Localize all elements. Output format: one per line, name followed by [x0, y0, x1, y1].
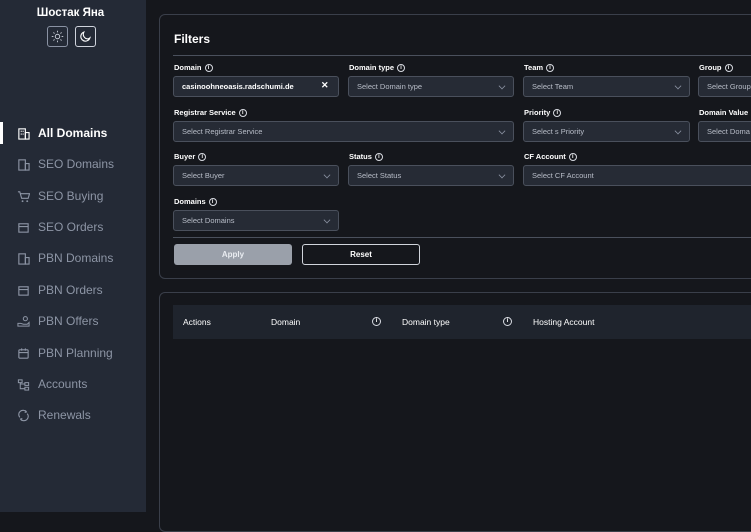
info-icon[interactable]: i: [553, 108, 562, 117]
info-icon[interactable]: i: [204, 63, 213, 72]
nav-label: PBN Orders: [38, 283, 103, 297]
divider: [173, 55, 751, 56]
results-panel: Actions Domain i Domain type i Hosting A…: [159, 292, 751, 532]
info-icon[interactable]: i: [724, 63, 733, 72]
nav-label: SEO Orders: [38, 220, 104, 234]
nav-item-renewals[interactable]: Renewals: [0, 404, 146, 426]
info-icon[interactable]: i: [198, 152, 207, 161]
user-name: Шостак Яна: [36, 7, 105, 19]
apply-button[interactable]: Apply: [174, 244, 292, 265]
column-hosting-account[interactable]: Hosting Account: [533, 317, 594, 327]
nav-item-pbn-offers[interactable]: PBN Offers: [0, 310, 146, 332]
nav-label: SEO Buying: [38, 189, 104, 203]
chevron-down-icon: [674, 82, 682, 90]
status-label: Status i: [349, 152, 383, 161]
column-domain[interactable]: Domain: [271, 317, 300, 327]
column-actions: Actions: [183, 317, 211, 327]
sun-icon: [51, 30, 64, 43]
info-icon[interactable]: i: [397, 63, 406, 72]
group-label: Group i: [699, 63, 733, 72]
info-icon[interactable]: i: [503, 317, 512, 326]
info-icon[interactable]: i: [546, 63, 555, 72]
nav-label: PBN Planning: [38, 346, 113, 360]
buyer-label: Buyer i: [174, 152, 207, 161]
domain-type-label: Domain type i: [349, 63, 406, 72]
registrar-select[interactable]: Select Registrar Service: [173, 121, 514, 142]
info-icon[interactable]: i: [374, 152, 383, 161]
dark-theme-button[interactable]: [75, 26, 96, 47]
domains-select[interactable]: Select Domains: [173, 210, 339, 231]
nav-label: Renewals: [38, 408, 91, 422]
building-icon: [16, 126, 30, 140]
clear-icon[interactable]: ✕: [321, 80, 329, 91]
info-icon[interactable]: i: [208, 197, 217, 206]
status-select[interactable]: Select Status: [348, 165, 514, 186]
chevron-down-icon: [323, 216, 331, 224]
group-select[interactable]: Select Group: [698, 76, 751, 97]
info-icon[interactable]: i: [372, 317, 381, 326]
nav-item-seo-orders[interactable]: SEO Orders: [0, 216, 146, 238]
domain-label: Domain i: [174, 63, 213, 72]
table-header: Actions Domain i Domain type i Hosting A…: [173, 305, 751, 339]
hand-coins-icon: [16, 314, 30, 328]
nav-label: SEO Domains: [38, 157, 115, 171]
cf-account-select[interactable]: Select CF Account: [523, 165, 751, 186]
box-icon: [16, 283, 30, 297]
divider: [173, 237, 751, 238]
info-icon[interactable]: i: [568, 152, 577, 161]
building-icon: [16, 251, 30, 265]
nav-item-pbn-planning[interactable]: PBN Planning: [0, 342, 146, 364]
domain-type-select[interactable]: Select Domain type: [348, 76, 514, 97]
nav-item-pbn-domains[interactable]: PBN Domains: [0, 247, 146, 269]
refresh-icon: [16, 408, 30, 422]
nav-item-pbn-orders[interactable]: PBN Orders: [0, 279, 146, 301]
building-icon: [16, 157, 30, 171]
chevron-down-icon: [498, 82, 506, 90]
domains-label: Domains i: [174, 197, 217, 206]
nav-label: Accounts: [38, 377, 88, 391]
nav-item-seo-domains[interactable]: SEO Domains: [0, 153, 146, 175]
chevron-down-icon: [498, 171, 506, 179]
team-select[interactable]: Select Team: [523, 76, 690, 97]
nav-item-all-domains[interactable]: All Domains: [0, 122, 146, 144]
filters-panel: Filters Domain i casinoohneoasis.radschum…: [159, 14, 751, 279]
filters-title: Filters: [174, 32, 211, 46]
domain-value-label: Domain Value: [699, 108, 749, 117]
cf-account-label: CF Account i: [524, 152, 577, 161]
column-domain-type[interactable]: Domain type: [402, 317, 450, 327]
nav-label: All Domains: [38, 126, 108, 140]
priority-select[interactable]: Select s Priority: [523, 121, 690, 142]
nav-label: PBN Offers: [38, 314, 99, 328]
nav-item-accounts[interactable]: Accounts: [0, 373, 146, 395]
chevron-down-icon: [674, 127, 682, 135]
chevron-down-icon: [498, 127, 506, 135]
reset-button[interactable]: Reset: [302, 244, 420, 265]
nav-item-seo-buying[interactable]: SEO Buying: [0, 185, 146, 207]
domain-value-select[interactable]: Select Doma: [698, 121, 751, 142]
network-icon: [16, 377, 30, 391]
box-icon: [16, 220, 30, 234]
team-label: Team i: [524, 63, 555, 72]
calendar-icon: [16, 346, 30, 360]
buyer-select[interactable]: Select Buyer: [173, 165, 339, 186]
light-theme-button[interactable]: [47, 26, 68, 47]
cart-icon: [16, 189, 30, 203]
domain-input[interactable]: casinoohneoasis.radschumi.de: [173, 76, 339, 97]
registrar-label: Registrar Service i: [174, 108, 247, 117]
nav-label: PBN Domains: [38, 251, 114, 265]
sidebar: Шостак Яна All Domains SEO Domains SEO B…: [0, 0, 146, 512]
moon-icon: [80, 31, 92, 42]
info-icon[interactable]: i: [238, 108, 247, 117]
chevron-down-icon: [323, 171, 331, 179]
priority-label: Priority i: [524, 108, 562, 117]
